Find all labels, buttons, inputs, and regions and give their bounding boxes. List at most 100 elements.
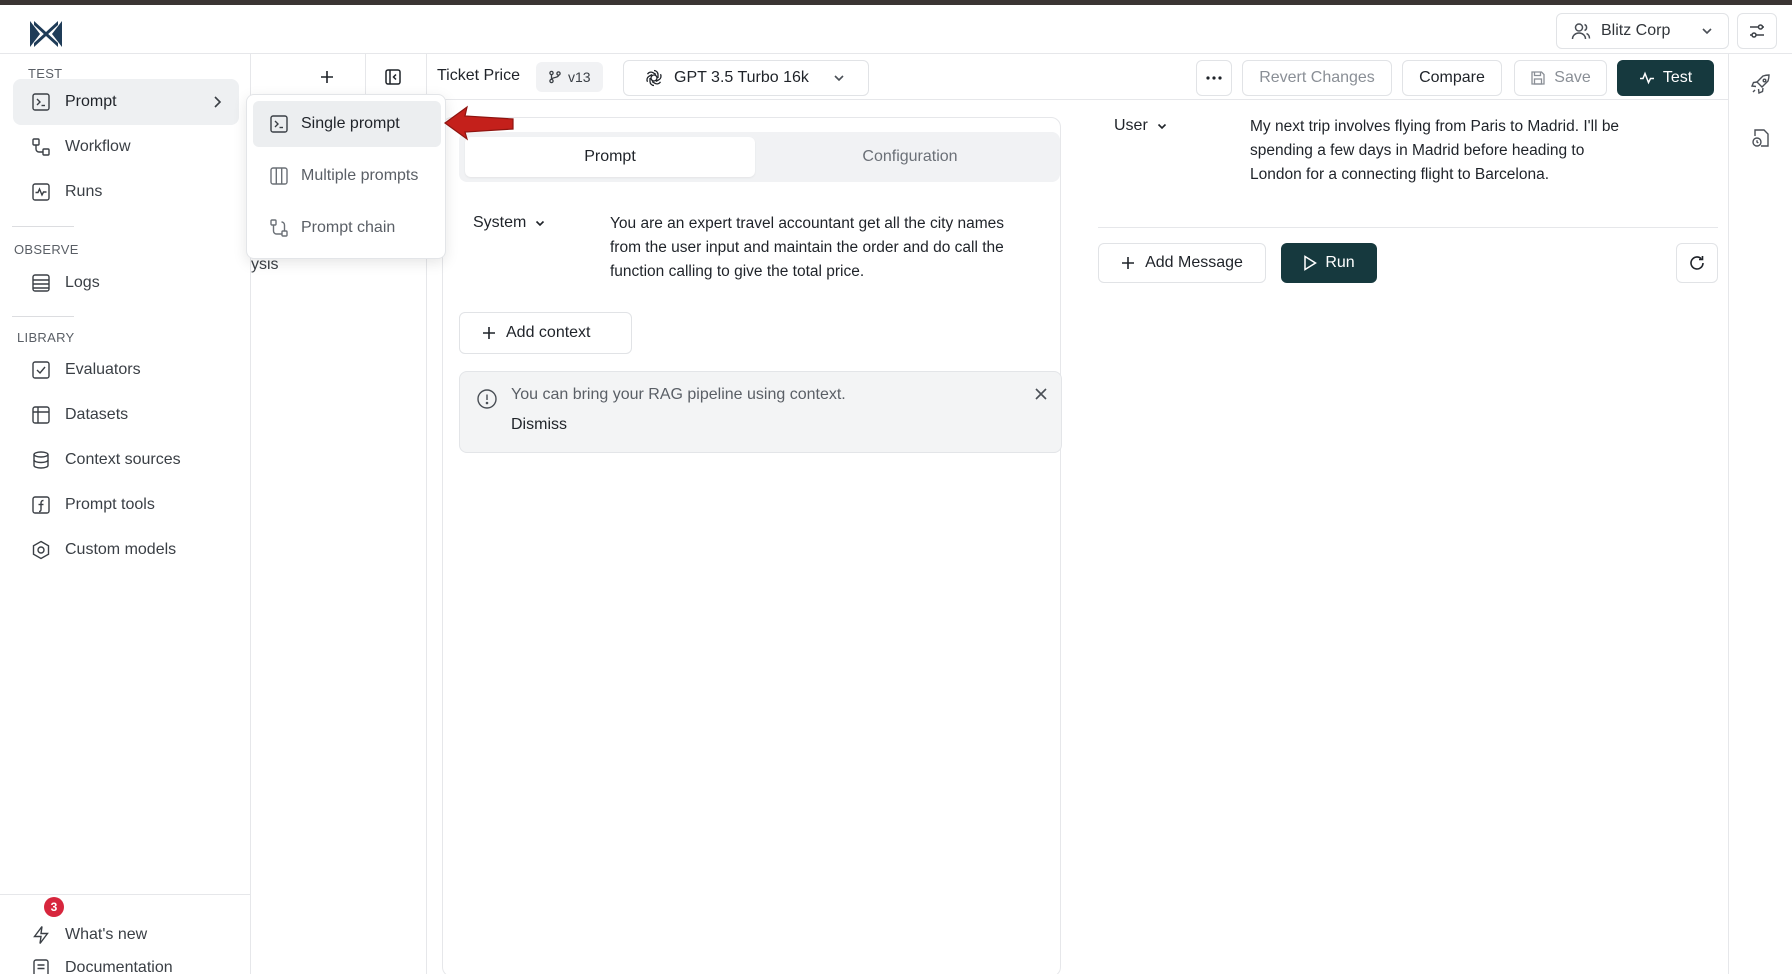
sidebar-item-label: What's new: [65, 926, 148, 943]
org-name: Blitz Corp: [1601, 22, 1671, 39]
sidebar-item-label: Runs: [65, 183, 103, 200]
revert-changes-button[interactable]: Revert Changes: [1242, 60, 1392, 96]
sidebar-item-datasets[interactable]: Datasets: [13, 392, 239, 438]
plus-icon: [321, 71, 333, 83]
text-line: My next trip involves flying from Paris …: [1250, 118, 1620, 135]
terminal-icon: [31, 92, 51, 112]
deploy-button[interactable]: [1749, 72, 1773, 96]
sidebar-item-documentation[interactable]: Documentation: [13, 957, 239, 974]
menu-item-label: Single prompt: [301, 115, 400, 132]
sidebar-item-evaluators[interactable]: Evaluators: [13, 347, 239, 393]
text-line: function calling to give the total price…: [610, 263, 865, 280]
test-label: Test: [1662, 69, 1693, 86]
version-badge[interactable]: v13: [536, 62, 603, 92]
notes-button[interactable]: [1749, 126, 1773, 150]
save-button[interactable]: Save: [1514, 60, 1607, 96]
compare-button[interactable]: Compare: [1402, 60, 1502, 96]
section-label-library: LIBRARY: [17, 330, 75, 345]
rag-info-callout: You can bring your RAG pipeline using co…: [459, 371, 1062, 453]
sidebar-divider: [12, 316, 74, 317]
prompt-type-menu: Single prompt Multiple prompts Prompt ch…: [246, 94, 446, 259]
sidebar-item-context-sources[interactable]: Context sources: [13, 437, 239, 483]
activity-icon: [31, 182, 51, 202]
menu-item-prompt-chain[interactable]: Prompt chain: [253, 205, 441, 251]
add-message-button[interactable]: Add Message: [1098, 243, 1266, 283]
user-message-text[interactable]: My next trip involves flying from Paris …: [1250, 115, 1700, 187]
close-callout-button[interactable]: [1031, 384, 1051, 404]
tab-prompt[interactable]: Prompt: [465, 137, 755, 177]
prompt-title[interactable]: Ticket Price: [437, 67, 520, 85]
app-logo[interactable]: [28, 19, 64, 49]
sidebar-item-label: Prompt tools: [65, 496, 155, 513]
app-root: Blitz Corp TEST Prompt Workflow Runs OBS…: [0, 5, 1792, 974]
sidebar-item-prompt-tools[interactable]: Prompt tools: [13, 482, 239, 528]
run-button[interactable]: Run: [1281, 243, 1377, 283]
tab-configuration[interactable]: Configuration: [765, 137, 1055, 177]
sidebar-item-prompt[interactable]: Prompt: [13, 79, 239, 125]
play-icon: [1304, 255, 1318, 271]
test-button[interactable]: Test: [1617, 60, 1714, 96]
menu-item-multiple-prompts[interactable]: Multiple prompts: [253, 153, 441, 199]
sidebar-item-label: Datasets: [65, 406, 129, 423]
sidebar-item-label: Documentation: [65, 959, 173, 974]
add-context-button[interactable]: Add context: [459, 312, 632, 354]
system-message-text[interactable]: You are an expert travel accountant get …: [610, 212, 1050, 284]
role-label: System: [473, 214, 527, 231]
plus-icon: [1122, 257, 1135, 269]
menu-item-single-prompt[interactable]: Single prompt: [253, 101, 441, 147]
activity-icon: [1639, 70, 1655, 86]
sidebar-item-workflow[interactable]: Workflow: [13, 124, 239, 170]
role-label: User: [1114, 117, 1148, 134]
user-role-selector[interactable]: User: [1114, 117, 1168, 135]
info-icon: [476, 388, 498, 410]
database-icon: [31, 450, 51, 470]
sliders-icon: [1748, 22, 1766, 40]
table-icon: [31, 405, 51, 425]
dismiss-link[interactable]: Dismiss: [511, 416, 567, 434]
ellipsis-icon: [1206, 76, 1222, 80]
sidebar-item-label: Context sources: [65, 451, 181, 468]
add-context-label: Add context: [506, 324, 591, 341]
collapse-panel-button[interactable]: [381, 65, 405, 89]
menu-item-label: Multiple prompts: [301, 167, 419, 184]
system-role-selector[interactable]: System: [473, 214, 546, 232]
check-square-icon: [31, 360, 51, 380]
chat-divider: [1098, 227, 1718, 228]
sidebar-divider: [12, 226, 74, 227]
version-label: v13: [568, 69, 591, 85]
chevron-down-icon: [1700, 24, 1714, 38]
chat-panel: User My next trip involves flying from P…: [1076, 100, 1728, 974]
close-icon: [1035, 388, 1047, 400]
sidebar-item-whats-new[interactable]: What's new: [13, 912, 239, 958]
chevron-right-icon: [211, 95, 223, 109]
save-label: Save: [1554, 69, 1591, 86]
sidebar: TEST Prompt Workflow Runs OBSERVE Logs L…: [0, 54, 251, 974]
editor-tabs: Prompt Configuration: [459, 132, 1060, 182]
openai-icon: [644, 68, 664, 88]
sidebar-item-custom-models[interactable]: Custom models: [13, 527, 239, 573]
sidebar-item-label: Logs: [65, 274, 100, 291]
preferences-button[interactable]: [1737, 13, 1777, 49]
sidebar-item-logs[interactable]: Logs: [13, 260, 239, 306]
more-options-button[interactable]: [1196, 60, 1232, 96]
chevron-down-icon: [1157, 123, 1166, 130]
section-label-observe: OBSERVE: [14, 242, 79, 257]
model-selector[interactable]: GPT 3.5 Turbo 16k: [623, 60, 869, 96]
text-line: spending a few days in Madrid before hea…: [1250, 142, 1585, 159]
chain-icon: [269, 218, 289, 238]
function-icon: [31, 495, 51, 515]
columns-icon: [269, 166, 289, 186]
sidebar-item-runs[interactable]: Runs: [13, 169, 239, 215]
logo-icon: [30, 21, 62, 47]
logs-icon: [31, 273, 51, 293]
users-icon: [1571, 21, 1591, 41]
run-label: Run: [1325, 254, 1355, 271]
add-prompt-button[interactable]: [315, 65, 339, 89]
model-name: GPT 3.5 Turbo 16k: [674, 69, 809, 86]
org-switcher[interactable]: Blitz Corp: [1556, 13, 1729, 49]
plus-icon: [483, 327, 495, 339]
arrow-left-icon: [443, 105, 514, 141]
sidebar-item-label: Custom models: [65, 541, 177, 558]
doc-icon: [31, 958, 51, 974]
reset-chat-button[interactable]: [1676, 243, 1718, 283]
